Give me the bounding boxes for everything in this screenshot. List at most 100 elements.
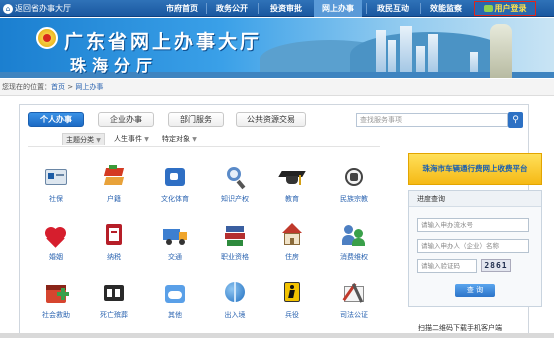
- nav-performance-supervision[interactable]: 效能监察: [423, 0, 469, 17]
- other-icon: [162, 281, 188, 305]
- social-assistance-icon: [43, 281, 69, 305]
- back-link-label: 返回省办事大厅: [15, 4, 71, 13]
- user-login-button[interactable]: 用户登录: [474, 1, 536, 16]
- subtab-specific-groups[interactable]: 特定对象 ▼: [162, 133, 197, 145]
- progress-query-title: 进度查询: [409, 191, 541, 207]
- category-subtabs: 主题分类 ▼ 人生事件 ▼ 特定对象 ▼: [20, 132, 380, 146]
- nav-citizen-interaction[interactable]: 政民互动: [369, 0, 417, 17]
- housing-icon: [279, 223, 305, 247]
- banner-title: 广东省网上办事大厅: [64, 31, 263, 53]
- site-banner: 广东省网上办事大厅 珠海分厅: [0, 18, 554, 78]
- service-housing[interactable]: 住房: [262, 223, 322, 273]
- service-household-register[interactable]: 户籍: [84, 165, 144, 215]
- subtab-theme-label: 主题分类: [66, 136, 94, 144]
- service-intellectual-property[interactable]: 知识产权: [205, 165, 265, 215]
- service-search-input[interactable]: 查找服务事项: [356, 113, 508, 127]
- qr-download-text: 扫描二维码下载手机客户端: [418, 324, 502, 332]
- service-label: 兵役: [285, 311, 299, 319]
- service-tabs: 个人办事 企业办事 部门服务 公共资源交易 查找服务事项 ⚲: [20, 105, 528, 131]
- page-root: { "topnav": { "back_label": "返回省办事大厅", "…: [0, 0, 554, 338]
- service-culture-sports[interactable]: 文化体育: [145, 165, 205, 215]
- culture-sports-icon: [162, 165, 188, 189]
- nav-divider: [366, 3, 367, 14]
- captcha-input[interactable]: 请输入验证码: [417, 259, 477, 273]
- marriage-icon: [43, 223, 69, 248]
- nav-divider: [206, 3, 207, 14]
- nav-investment-approval[interactable]: 投资审批: [262, 0, 310, 17]
- service-label: 教育: [285, 195, 299, 203]
- breadcrumb-separator: >: [65, 83, 76, 91]
- service-label: 社会救助: [42, 311, 70, 319]
- subtab-life-events[interactable]: 人生事件 ▼: [114, 133, 149, 145]
- service-education[interactable]: 教育: [262, 165, 322, 215]
- service-social-assistance[interactable]: 社会救助: [26, 281, 86, 331]
- service-tax[interactable]: 纳税: [84, 223, 144, 273]
- chevron-down-icon: ▼: [144, 136, 149, 143]
- service-military[interactable]: 兵役: [262, 281, 322, 331]
- query-button[interactable]: 查 询: [455, 284, 495, 297]
- tab-department[interactable]: 部门服务: [168, 112, 224, 127]
- tab-enterprise[interactable]: 企业办事: [98, 112, 154, 127]
- service-entry-exit[interactable]: 出入境: [205, 281, 265, 331]
- breadcrumb-home-link[interactable]: 首页: [51, 83, 65, 91]
- service-label: 纳税: [107, 253, 121, 261]
- nav-government-affairs[interactable]: 政务公开: [209, 0, 255, 17]
- education-icon: [278, 165, 306, 189]
- tax-icon: [101, 223, 127, 247]
- right-sidebar: 珠海市车辆通行费网上收费平台 进度查询 请输入申办流水号 请输入申办人（企业）名…: [408, 153, 542, 338]
- toll-platform-banner[interactable]: 珠海市车辆通行费网上收费平台: [408, 153, 542, 185]
- applicant-name-input[interactable]: 请输入申办人（企业）名称: [417, 239, 529, 253]
- case-number-input[interactable]: 请输入申办流水号: [417, 218, 529, 232]
- service-professional-qualification[interactable]: 职业资格: [205, 223, 265, 273]
- service-funeral[interactable]: 死亡殡葬: [84, 281, 144, 331]
- service-label: 知识产权: [221, 195, 249, 203]
- breadcrumb-prefix: 您现在的位置：: [2, 83, 51, 91]
- chevron-down-icon: ▼: [96, 137, 101, 144]
- service-marriage[interactable]: 婚姻: [26, 223, 86, 273]
- professional-qualification-icon: [222, 223, 248, 247]
- divider: [28, 146, 380, 147]
- service-transport[interactable]: 交通: [145, 223, 205, 273]
- ethnic-religion-icon: [341, 165, 367, 189]
- tab-personal[interactable]: 个人办事: [28, 112, 84, 127]
- service-label: 其他: [168, 311, 182, 319]
- subtab-life-label: 人生事件: [114, 135, 142, 143]
- nav-city-home[interactable]: 市府首页: [160, 0, 204, 17]
- breadcrumb-current[interactable]: 网上办事: [75, 83, 103, 91]
- service-label: 户籍: [107, 195, 121, 203]
- funeral-icon: [101, 281, 127, 305]
- service-label: 出入境: [224, 311, 246, 319]
- nav-divider: [258, 3, 259, 14]
- top-nav-bar: ⌂ 返回省办事大厅 市府首页 政务公开 投资审批 网上办事 政民互动 效能监察 …: [0, 0, 554, 17]
- captcha-image[interactable]: 2861: [481, 259, 511, 272]
- progress-query-box: 进度查询 请输入申办流水号 请输入申办人（企业）名称 请输入验证码 2861 查…: [408, 190, 542, 307]
- back-to-province-link[interactable]: ⌂ 返回省办事大厅: [3, 2, 71, 15]
- service-ethnic-religion[interactable]: 民族宗教: [324, 165, 384, 215]
- home-icon: ⌂: [3, 3, 13, 14]
- entry-exit-icon: [222, 281, 248, 305]
- service-label: 婚姻: [49, 253, 63, 261]
- service-consumer-rights[interactable]: 消费维权: [324, 223, 384, 273]
- service-other[interactable]: 其他: [145, 281, 205, 331]
- service-label: 职业资格: [221, 253, 249, 261]
- nav-online-services[interactable]: 网上办事: [314, 0, 362, 17]
- service-notary[interactable]: 司法公证: [324, 281, 384, 331]
- subtab-theme[interactable]: 主题分类 ▼: [62, 133, 105, 145]
- service-social-security[interactable]: 社保: [26, 165, 86, 215]
- household-register-icon: [101, 165, 127, 189]
- chevron-down-icon: ▼: [192, 136, 197, 143]
- fisher-girl-statue-image: [490, 24, 512, 78]
- banner-subtitle: 珠海分厅: [70, 56, 159, 75]
- taskbar-strip: [0, 333, 554, 338]
- service-label: 死亡殡葬: [100, 311, 128, 319]
- service-label: 司法公证: [340, 311, 368, 319]
- search-button[interactable]: ⚲: [508, 112, 523, 128]
- user-icon: [483, 5, 493, 12]
- service-label: 社保: [49, 195, 63, 203]
- consumer-rights-icon: [341, 223, 367, 247]
- subtab-groups-label: 特定对象: [162, 135, 190, 143]
- notary-icon: [341, 281, 367, 305]
- tab-public-resources[interactable]: 公共资源交易: [236, 112, 306, 127]
- intellectual-property-icon: [222, 165, 248, 190]
- transport-icon: [162, 223, 188, 247]
